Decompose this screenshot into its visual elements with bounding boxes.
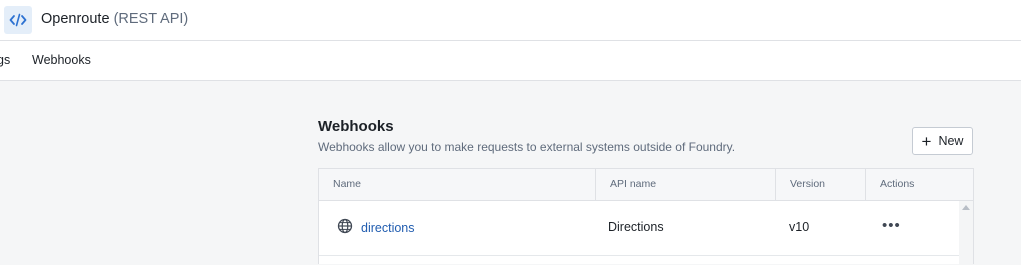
webhooks-table: Name API name Version Actions directions…	[318, 168, 974, 265]
tab-settings[interactable]: gs	[0, 53, 10, 67]
code-icon[interactable]	[4, 6, 32, 34]
table-scrollbar[interactable]	[959, 201, 973, 265]
scroll-up-icon[interactable]	[962, 205, 970, 210]
table-header: Name API name Version Actions	[319, 169, 973, 201]
column-header-actions: Actions	[880, 178, 915, 190]
new-webhook-button[interactable]: + New	[912, 127, 973, 155]
new-button-label: New	[938, 134, 964, 148]
section-title: Webhooks	[318, 118, 394, 135]
app-type: (REST API)	[113, 11, 189, 27]
table-row[interactable]: directions Directions v10 •••	[319, 201, 959, 256]
section-description: Webhooks allow you to make requests to e…	[318, 140, 736, 154]
plus-icon: +	[921, 131, 932, 151]
webhook-api-name: Directions	[608, 220, 664, 234]
column-header-name[interactable]: Name	[319, 169, 596, 200]
app-name: Openroute	[41, 11, 110, 27]
webhook-name-link[interactable]: directions	[361, 221, 415, 235]
column-header-version[interactable]: Version	[776, 169, 866, 200]
webhook-version: v10	[789, 220, 810, 234]
page-title: Openroute (REST API)	[41, 11, 188, 27]
webhook-name-cell[interactable]: directions	[337, 218, 415, 237]
column-header-api-name[interactable]: API name	[596, 169, 776, 200]
tab-webhooks[interactable]: Webhooks	[32, 53, 91, 67]
tab-bar: gs Webhooks	[0, 41, 1021, 81]
app-header: Openroute (REST API)	[0, 0, 1021, 41]
globe-icon	[337, 218, 353, 237]
more-actions-icon[interactable]: •••	[882, 217, 901, 234]
